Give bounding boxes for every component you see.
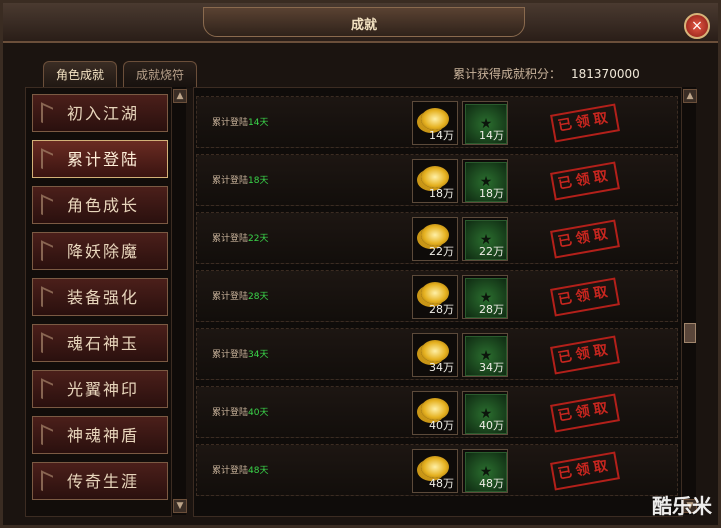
claimed-stamp: 已领取 xyxy=(550,277,620,317)
category-item-4[interactable]: 装备强化 xyxy=(32,278,168,316)
score-label: 累计获得成就积分： xyxy=(453,67,562,81)
requirement-text: 累计登陆48天 xyxy=(212,466,269,476)
reward-slot[interactable]: ★ 14万 xyxy=(462,101,508,145)
watermark: 酷乐米 xyxy=(652,494,712,518)
category-scrollbar[interactable]: ▲ ▼ xyxy=(171,87,187,515)
requirement-text: 累计登陆28天 xyxy=(212,292,269,302)
scroll-thumb[interactable] xyxy=(684,323,696,343)
claimed-stamp: 已领取 xyxy=(550,103,620,143)
title-bar: 成就 × xyxy=(3,3,718,43)
category-item-6[interactable]: 光翼神印 xyxy=(32,370,168,408)
category-item-1[interactable]: 累计登陆 xyxy=(32,140,168,178)
category-item-7[interactable]: 神魂神盾 xyxy=(32,416,168,454)
close-icon[interactable]: × xyxy=(684,13,710,39)
reward-slot[interactable]: 40万 xyxy=(412,391,458,435)
category-item-8[interactable]: 传奇生涯 xyxy=(32,462,168,500)
achievement-row: 累计登陆14天 14万 ★ 14万 已领取 xyxy=(196,96,678,148)
claimed-stamp: 已领取 xyxy=(550,393,620,433)
reward-slot[interactable]: ★ 18万 xyxy=(462,159,508,203)
reward-slot[interactable]: ★ 40万 xyxy=(462,391,508,435)
chevron-down-icon[interactable]: ▼ xyxy=(173,499,187,513)
chevron-up-icon[interactable]: ▲ xyxy=(173,89,187,103)
window-title: 成就 xyxy=(350,18,377,33)
requirement-text: 累计登陆14天 xyxy=(212,118,269,128)
achievement-row: 累计登陆48天 48万 ★ 48万 已领取 xyxy=(196,444,678,496)
achievement-row: 累计登陆22天 22万 ★ 22万 已领取 xyxy=(196,212,678,264)
reward-slot[interactable]: 48万 xyxy=(412,449,458,493)
chevron-up-icon[interactable]: ▲ xyxy=(683,89,697,103)
achievement-row: 累计登陆18天 18万 ★ 18万 已领取 xyxy=(196,154,678,206)
reward-slot[interactable]: 22万 xyxy=(412,217,458,261)
achievement-scrollbar[interactable]: ▲ ▼ xyxy=(681,87,697,515)
claimed-stamp: 已领取 xyxy=(550,219,620,259)
achievement-row: 累计登陆34天 34万 ★ 34万 已领取 xyxy=(196,328,678,380)
claimed-stamp: 已领取 xyxy=(550,451,620,491)
claimed-stamp: 已领取 xyxy=(550,335,620,375)
category-item-2[interactable]: 角色成长 xyxy=(32,186,168,224)
requirement-text: 累计登陆18天 xyxy=(212,176,269,186)
reward-slot[interactable]: ★ 48万 xyxy=(462,449,508,493)
score-value: 181370000 xyxy=(571,67,640,81)
requirement-text: 累计登陆34天 xyxy=(212,350,269,360)
requirement-text: 累计登陆22天 xyxy=(212,234,269,244)
achievement-row: 累计登陆40天 40万 ★ 40万 已领取 xyxy=(196,386,678,438)
reward-slot[interactable]: 34万 xyxy=(412,333,458,377)
reward-slot[interactable]: 28万 xyxy=(412,275,458,319)
tab-role-achievement[interactable]: 角色成就 xyxy=(43,61,117,88)
achievement-window: 成就 × 角色成就 成就烧符 累计获得成就积分： 181370000 初入江湖 累… xyxy=(0,0,721,528)
category-item-0[interactable]: 初入江湖 xyxy=(32,94,168,132)
tab-achievement-talisman[interactable]: 成就烧符 xyxy=(123,61,197,88)
achievement-row: 累计登陆28天 28万 ★ 28万 已领取 xyxy=(196,270,678,322)
reward-slot[interactable]: ★ 28万 xyxy=(462,275,508,319)
category-list: 初入江湖 累计登陆 角色成长 降妖除魔 装备强化 魂石神玉 光翼神印 神魂神盾 … xyxy=(25,87,172,517)
requirement-text: 累计登陆40天 xyxy=(212,408,269,418)
category-item-5[interactable]: 魂石神玉 xyxy=(32,324,168,362)
reward-slot[interactable]: 14万 xyxy=(412,101,458,145)
claimed-stamp: 已领取 xyxy=(550,161,620,201)
achievement-list: 累计登陆14天 14万 ★ 14万 已领取 累计登陆18天 18万 ★ 18万 已领… xyxy=(193,87,683,517)
achievement-score: 累计获得成就积分： 181370000 xyxy=(453,65,640,82)
category-item-3[interactable]: 降妖除魔 xyxy=(32,232,168,270)
reward-slot[interactable]: 18万 xyxy=(412,159,458,203)
title-plate: 成就 xyxy=(203,7,525,37)
reward-slot[interactable]: ★ 22万 xyxy=(462,217,508,261)
reward-slot[interactable]: ★ 34万 xyxy=(462,333,508,377)
